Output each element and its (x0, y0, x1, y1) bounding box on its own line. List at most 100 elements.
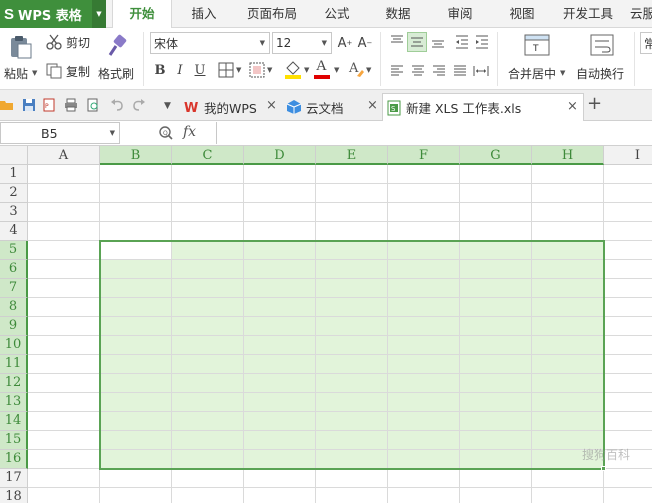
column-header-h[interactable]: H (532, 146, 604, 165)
row-header-10[interactable]: 10 (0, 336, 28, 355)
borders-button[interactable]: ▼ (217, 61, 245, 79)
decrease-font-icon[interactable]: A − (356, 34, 374, 52)
copy-button[interactable]: 复制 (46, 61, 90, 81)
spreadsheet-grid[interactable]: A B C D E F G H I 1 2 3 4 5 6 7 8 9 10 11 12 13 14 15 16 17 18 搜狗百科 (0, 146, 652, 503)
align-middle-icon[interactable] (407, 32, 427, 52)
open-folder-icon[interactable] (0, 98, 14, 112)
align-top-icon[interactable] (389, 34, 405, 50)
row-header-15[interactable]: 15 (0, 431, 28, 450)
format-painter-button[interactable]: 格式刷 (98, 32, 136, 88)
row-header-1[interactable]: 1 (0, 165, 28, 184)
justify-icon[interactable] (452, 63, 468, 79)
copy-icon (46, 63, 62, 79)
paste-button[interactable]: 粘贴 ▼ (4, 32, 37, 88)
menu-home[interactable]: 开始 (112, 0, 172, 29)
clear-format-button[interactable]: A ▼ (348, 59, 374, 81)
font-size-select[interactable]: 12 ▼ (272, 32, 332, 54)
row-header-17[interactable]: 17 (0, 469, 28, 488)
menu-page-layout[interactable]: 页面布局 (240, 0, 304, 28)
print-preview-icon[interactable] (86, 98, 100, 112)
column-header-d[interactable]: D (244, 146, 316, 165)
cut-button[interactable]: 剪切 (46, 32, 90, 52)
name-box[interactable]: B5 ▼ (0, 122, 120, 144)
italic-button[interactable]: I (171, 61, 189, 79)
name-box-caret-icon[interactable]: ▼ (110, 129, 115, 137)
fill-color-button[interactable]: ▼ (284, 59, 314, 81)
new-tab-plus-icon[interactable]: + (587, 93, 602, 114)
menu-formula[interactable]: 公式 (316, 0, 358, 28)
menu-data[interactable]: 数据 (376, 0, 420, 28)
row-header-11[interactable]: 11 (0, 355, 28, 374)
indent-increase-icon[interactable] (474, 34, 490, 50)
font-size-value: 12 (276, 36, 292, 50)
fill-handle[interactable] (601, 466, 606, 471)
row-header-14[interactable]: 14 (0, 412, 28, 431)
number-format-select[interactable]: 常 (640, 32, 652, 54)
align-left-icon[interactable] (389, 63, 405, 79)
spreadsheet-file-icon: S (387, 100, 401, 115)
row-header-18[interactable]: 18 (0, 488, 28, 503)
tab-cloud-docs[interactable]: 云文档 × (282, 93, 380, 121)
row-header-12[interactable]: 12 (0, 374, 28, 393)
wrap-text-button[interactable]: 自动换行 (574, 32, 630, 88)
select-all-corner[interactable] (0, 146, 28, 165)
row-header-13[interactable]: 13 (0, 393, 28, 412)
tab-my-wps[interactable]: W 我的WPS × (180, 93, 280, 121)
bold-button[interactable]: B (151, 61, 169, 79)
insert-function-icon[interactable]: fx (183, 124, 196, 140)
align-center-icon[interactable] (410, 63, 426, 79)
save-icon[interactable] (22, 98, 36, 112)
underline-button[interactable]: U (191, 61, 209, 79)
font-color-swatch (314, 75, 330, 79)
align-right-icon[interactable] (431, 63, 447, 79)
column-header-b[interactable]: B (100, 146, 172, 165)
app-menu-button[interactable]: S WPS 表格 ▼ (0, 0, 106, 28)
merge-center-caret-icon[interactable]: ▼ (560, 69, 565, 77)
column-header-f[interactable]: F (388, 146, 460, 165)
undo-icon[interactable] (110, 98, 124, 112)
row-header-5[interactable]: 5 (0, 241, 28, 260)
row-header-4[interactable]: 4 (0, 222, 28, 241)
zoom-function-icon[interactable]: Q (158, 125, 174, 141)
distribute-icon[interactable] (473, 63, 489, 79)
menu-view[interactable]: 视图 (500, 0, 544, 28)
row-header-3[interactable]: 3 (0, 203, 28, 222)
column-header-g[interactable]: G (460, 146, 532, 165)
row-header-7[interactable]: 7 (0, 279, 28, 298)
merge-center-button[interactable]: T 合并居中 ▼ (505, 32, 569, 88)
print-icon[interactable] (64, 98, 78, 112)
column-header-e[interactable]: E (316, 146, 388, 165)
menu-review[interactable]: 审阅 (438, 0, 482, 28)
export-pdf-icon[interactable]: P (42, 98, 56, 112)
row-header-6[interactable]: 6 (0, 260, 28, 279)
align-bottom-icon[interactable] (430, 34, 446, 50)
font-name-select[interactable]: 宋体 ▼ (150, 32, 270, 54)
formula-input[interactable] (216, 122, 652, 144)
menu-cloud[interactable]: 云服 (630, 0, 652, 28)
fill-pattern-button[interactable]: ▼ (248, 61, 276, 79)
ribbon-separator (143, 32, 144, 86)
row-header-8[interactable]: 8 (0, 298, 28, 317)
tab-active-workbook[interactable]: S 新建 XLS 工作表.xls × (382, 93, 584, 121)
column-header-c[interactable]: C (172, 146, 244, 165)
column-header-a[interactable]: A (28, 146, 100, 165)
tab-close-icon[interactable]: × (567, 99, 578, 114)
tab-close-icon[interactable]: × (367, 98, 378, 113)
menu-developer[interactable]: 开发工具 (558, 0, 618, 28)
row-header-16[interactable]: 16 (0, 450, 28, 469)
indent-decrease-icon[interactable] (454, 34, 470, 50)
paste-icon (11, 36, 32, 59)
row-header-2[interactable]: 2 (0, 184, 28, 203)
tab-close-icon[interactable]: × (266, 98, 277, 113)
increase-font-icon[interactable]: A + (336, 34, 354, 52)
number-format-value: 常 (644, 36, 652, 51)
gridline-row (28, 487, 652, 488)
row-header-9[interactable]: 9 (0, 317, 28, 336)
quick-access-caret-icon[interactable]: ▼ (164, 101, 171, 111)
paste-caret-icon[interactable]: ▼ (32, 69, 37, 77)
column-header-i[interactable]: I (604, 146, 652, 165)
redo-icon[interactable] (132, 98, 146, 112)
app-menu-caret-icon[interactable]: ▼ (92, 0, 106, 28)
menu-insert[interactable]: 插入 (180, 0, 228, 28)
font-color-button[interactable]: A ▼ (314, 58, 344, 81)
